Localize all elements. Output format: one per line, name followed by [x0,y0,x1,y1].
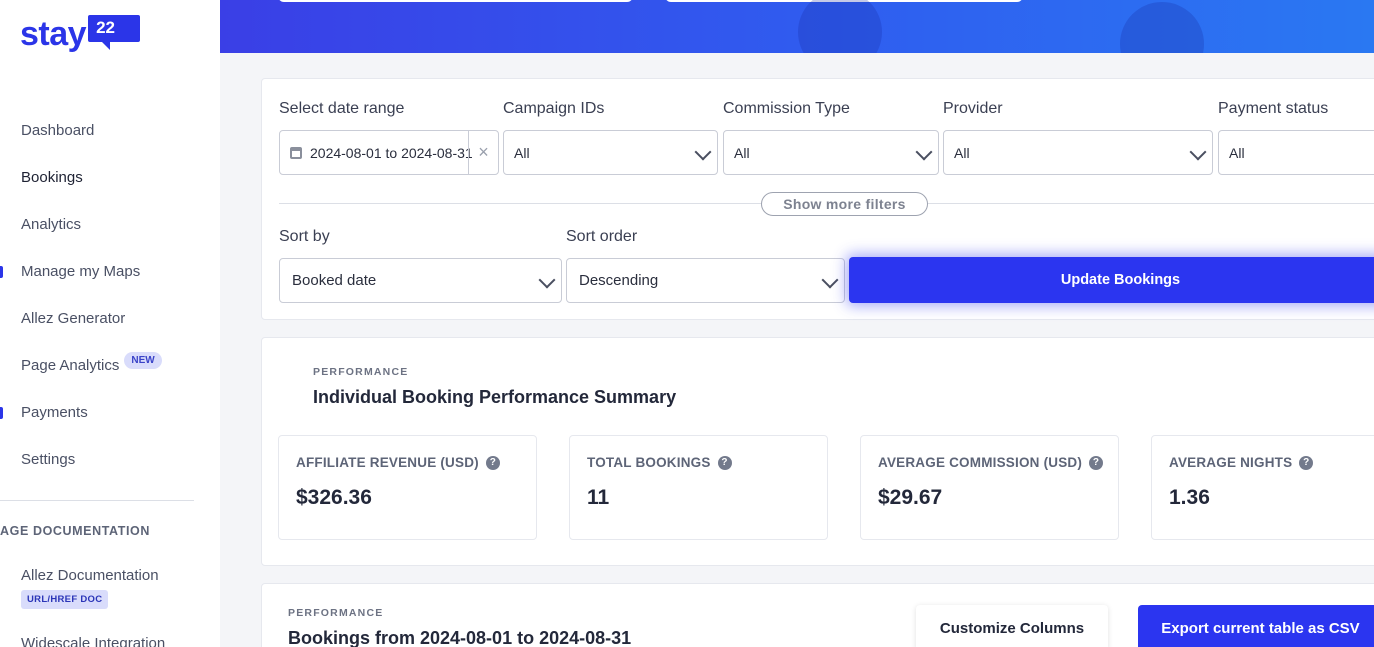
metric-value: 11 [587,486,610,509]
hotel-icon [1120,2,1204,53]
bookings-card: PERFORMANCE Bookings from 2024-08-01 to … [261,583,1374,647]
sidebar-item-allez-generator[interactable]: Allez Generator [0,295,220,342]
sidebar-item-payments[interactable]: Payments [0,389,220,436]
campaign-ids-select[interactable]: All [503,130,718,175]
payment-status-value: All [1229,144,1245,161]
metric-label-text: AFFILIATE REVENUE (USD) [296,455,479,470]
date-range-label: Select date range [279,100,405,117]
bookings-title: Bookings from 2024-08-01 to 2024-08-31 [288,628,632,647]
metric-affiliate-revenue: AFFILIATE REVENUE (USD) ? $326.36 [278,435,537,540]
sidebar-divider [0,500,194,501]
help-icon[interactable]: ? [1089,455,1104,470]
metric-value: $29.67 [878,486,943,509]
commission-type-value: All [734,144,750,161]
campaign-ids-value: All [514,144,530,161]
sidebar-nav: Dashboard Bookings Analytics Manage my M… [0,107,220,483]
hero-banner [220,0,1374,53]
bookings-eyebrow: PERFORMANCE [288,607,384,619]
sidebar-item-manage-my-maps[interactable]: Manage my Maps [0,248,220,295]
sidebar-item-label: Settings [21,451,76,468]
sort-by-select[interactable]: Booked date [279,258,562,303]
logo-word: stay [20,15,87,53]
sort-order-label: Sort order [566,228,638,245]
provider-select[interactable]: All [943,130,1213,175]
metric-value: 1.36 [1169,486,1210,509]
chevron-down-icon [821,271,839,289]
calendar-icon [290,146,302,159]
metric-label: TOTAL BOOKINGS ? [587,455,732,470]
help-icon[interactable]: ? [717,455,732,470]
sort-order-select[interactable]: Descending [566,258,845,303]
payment-status-label: Payment status [1218,100,1329,117]
clear-date-icon[interactable]: × [468,131,498,174]
filters-card: Select date range 2024-08-01 to 2024-08-… [261,78,1374,320]
sort-order-value: Descending [579,272,659,289]
sidebar-item-settings[interactable]: Settings [0,436,220,483]
commission-type-label: Commission Type [723,100,850,117]
sort-by-label: Sort by [279,228,330,245]
performance-summary-card: PERFORMANCE Individual Booking Performan… [261,337,1374,566]
metric-total-bookings: TOTAL BOOKINGS ? 11 [569,435,828,540]
metric-label-text: AVERAGE NIGHTS [1169,455,1293,470]
date-range-input[interactable]: 2024-08-01 to 2024-08-31 × [279,130,499,175]
sidebar-item-label: Manage my Maps [21,263,141,280]
payment-status-select[interactable]: All [1218,130,1374,175]
url-href-doc-badge: URL/HREF DOC [21,590,109,609]
chevron-down-icon [538,271,556,289]
sidebar-item-label: Allez Generator [21,310,126,327]
sidebar-item-widescale-integration[interactable]: Widescale Integration [21,635,165,647]
show-more-filters-button[interactable]: Show more filters [761,192,928,216]
sidebar-item-label: Bookings [21,169,83,186]
customize-columns-button[interactable]: Customize Columns [916,605,1108,647]
chevron-down-icon [915,143,933,161]
sidebar-item-page-analytics[interactable]: Page Analytics NEW [0,342,220,389]
sort-by-value: Booked date [292,272,377,289]
logo-badge: 22 [88,15,141,50]
sidebar-item-allez-documentation[interactable]: Allez Documentation [21,567,159,584]
hero-input-left[interactable] [278,0,633,2]
sidebar-item-dashboard[interactable]: Dashboard [0,107,220,154]
active-marker [0,266,3,278]
active-marker [0,407,3,419]
sidebar: stay 22 Dashboard Bookings Analytics Man… [0,0,220,647]
sidebar-item-label: Payments [21,404,88,421]
sidebar-item-label: Page Analytics [21,357,120,374]
date-range-value: 2024-08-01 to 2024-08-31 [310,144,472,161]
metric-value: $326.36 [296,486,372,509]
help-icon[interactable]: ? [485,455,500,470]
metric-average-commission: AVERAGE COMMISSION (USD) ? $29.67 [860,435,1119,540]
sidebar-item-label: Dashboard [21,122,95,139]
metric-label: AVERAGE COMMISSION (USD) ? [878,455,1104,470]
section-title-documentation: AGE DOCUMENTATION [0,524,151,538]
metric-label: AFFILIATE REVENUE (USD) ? [296,455,500,470]
provider-value: All [954,144,970,161]
help-icon[interactable]: ? [1299,455,1314,470]
sidebar-item-label: Analytics [21,216,82,233]
chevron-down-icon [694,143,712,161]
performance-title: Individual Booking Performance Summary [313,387,677,407]
map-pin-icon [798,0,882,53]
stay22-logo[interactable]: stay 22 [20,14,141,54]
metric-average-nights: AVERAGE NIGHTS ? 1.36 [1151,435,1374,540]
metric-label-text: AVERAGE COMMISSION (USD) [878,455,1083,470]
provider-label: Provider [943,100,1003,117]
sidebar-item-bookings[interactable]: Bookings [0,154,220,201]
commission-type-select[interactable]: All [723,130,939,175]
chevron-down-icon [1189,143,1207,161]
export-csv-button[interactable]: Export current table as CSV [1138,605,1374,647]
update-bookings-button[interactable]: Update Bookings [849,257,1374,303]
campaign-ids-label: Campaign IDs [503,100,605,117]
metric-label-text: TOTAL BOOKINGS [587,455,711,470]
new-badge: NEW [124,352,162,369]
metric-label: AVERAGE NIGHTS ? [1169,455,1314,470]
sidebar-item-analytics[interactable]: Analytics [0,201,220,248]
performance-eyebrow: PERFORMANCE [313,366,409,378]
